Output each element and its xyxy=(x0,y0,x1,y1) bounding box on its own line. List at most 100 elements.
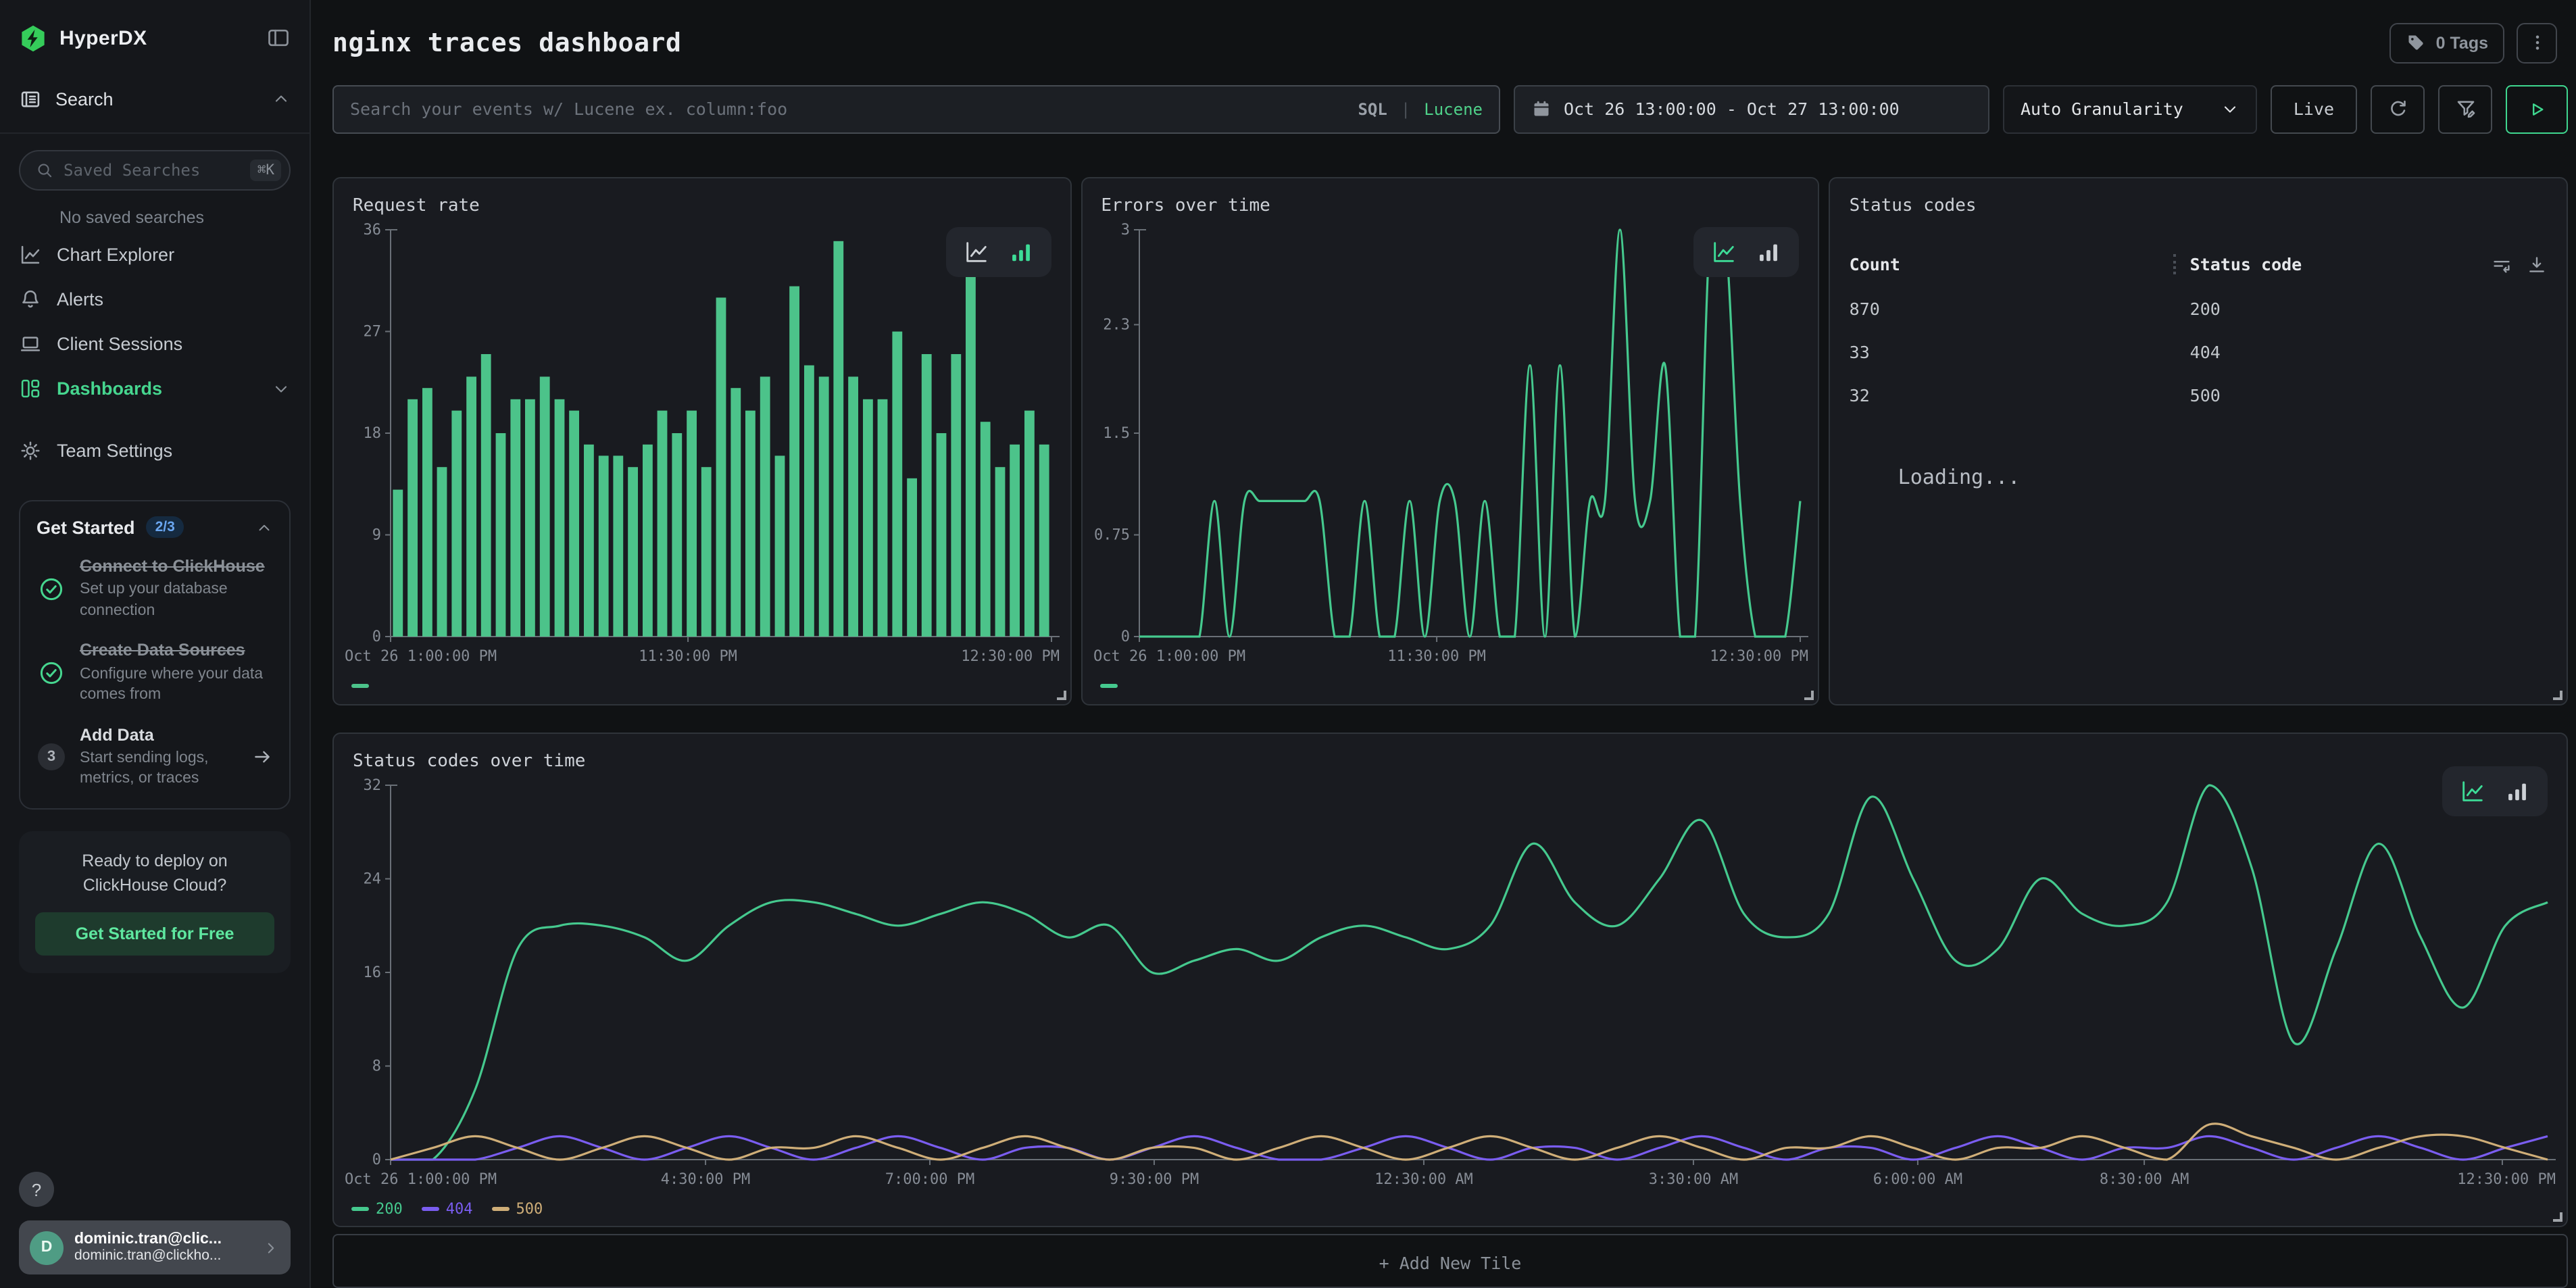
live-button[interactable]: Live xyxy=(2271,85,2357,133)
bar-chart-toggle-icon[interactable] xyxy=(1008,239,1033,264)
table-row[interactable]: 870 200 xyxy=(1850,298,2548,318)
resize-handle[interactable] xyxy=(2553,1213,2562,1222)
sidebar-item-team-settings[interactable]: Team Settings xyxy=(19,428,291,473)
column-header-count[interactable]: Count xyxy=(1850,254,2174,274)
get-started-free-button[interactable]: Get Started for Free xyxy=(35,912,274,956)
chevron-up-icon[interactable] xyxy=(272,89,291,108)
legend-swatch xyxy=(351,1207,369,1210)
svg-text:9: 9 xyxy=(372,526,381,543)
add-new-tile-button[interactable]: + Add New Tile xyxy=(332,1235,2568,1288)
line-chart-toggle-icon[interactable] xyxy=(963,239,989,264)
chevron-down-icon[interactable] xyxy=(272,379,291,398)
table-row[interactable]: 33 404 xyxy=(1850,341,2548,362)
sidebar-item-chart-explorer[interactable]: Chart Explorer xyxy=(19,232,291,277)
request-rate-chart[interactable]: 09182736Oct 26 1:00:00 PM11:30:00 PM12:3… xyxy=(342,218,1062,668)
check-circle-icon xyxy=(36,555,66,622)
column-header-status-code[interactable]: Status code xyxy=(2190,254,2302,274)
step-title: Create Data Sources xyxy=(80,640,273,662)
sql-toggle[interactable]: SQL xyxy=(1358,100,1387,119)
step-desc: Set up your database connection xyxy=(80,580,273,622)
brand-name: HyperDX xyxy=(59,26,147,49)
get-started-step-1[interactable]: Connect to ClickHouse Set up your databa… xyxy=(36,555,273,622)
get-started-card: Get Started 2/3 Connect to ClickHouse Se… xyxy=(19,500,291,810)
panel-title: Errors over time xyxy=(1082,178,1818,216)
refresh-button[interactable] xyxy=(2371,85,2425,133)
line-chart-toggle-icon[interactable] xyxy=(1712,239,1737,264)
line-chart-toggle-icon[interactable] xyxy=(2460,778,2485,803)
chevron-right-icon xyxy=(262,1239,280,1256)
get-started-step-3[interactable]: 3 Add Data Start sending logs, metrics, … xyxy=(36,724,273,791)
status-codes-over-time-chart[interactable]: 08162432Oct 26 1:00:00 PM4:30:00 PM7:00:… xyxy=(342,774,2558,1191)
lucene-toggle[interactable]: Lucene xyxy=(1424,100,1483,119)
svg-text:0.75: 0.75 xyxy=(1093,526,1129,543)
step-number-badge: 3 xyxy=(36,724,66,791)
svg-text:32: 32 xyxy=(364,776,382,793)
resize-handle[interactable] xyxy=(1805,690,1814,699)
svg-text:11:30:00 PM: 11:30:00 PM xyxy=(1387,647,1486,664)
chart-legend xyxy=(334,668,1070,703)
avatar: D xyxy=(30,1231,64,1264)
svg-text:18: 18 xyxy=(364,424,382,441)
svg-text:6:00:00 AM: 6:00:00 AM xyxy=(1873,1170,1962,1187)
bar-chart-toggle-icon[interactable] xyxy=(1756,239,1782,264)
legend-item-500[interactable]: 500 xyxy=(492,1200,543,1218)
tags-button[interactable]: 0 Tags xyxy=(2390,22,2504,63)
time-range-value: Oct 26 13:00:00 - Oct 27 13:00:00 xyxy=(1564,99,1900,120)
legend-swatch xyxy=(492,1207,510,1210)
gear-icon xyxy=(19,439,42,462)
panel-status-codes-over-time: Status codes over time 08162432Oct 26 1:… xyxy=(332,732,2568,1228)
resize-handle[interactable] xyxy=(2553,690,2562,699)
loading-text: Loading... xyxy=(1898,464,2548,489)
search-section-icon xyxy=(19,87,42,110)
event-search-box[interactable]: SQL | Lucene xyxy=(332,85,1500,133)
help-button[interactable]: ? xyxy=(19,1172,54,1207)
sidebar-collapse-icon[interactable] xyxy=(266,26,291,50)
nav-label: Dashboards xyxy=(57,378,162,399)
sidebar-item-alerts[interactable]: Alerts xyxy=(19,277,291,322)
get-started-step-2[interactable]: Create Data Sources Configure where your… xyxy=(36,640,273,707)
svg-text:Oct 26 1:00:00 PM: Oct 26 1:00:00 PM xyxy=(1093,647,1245,664)
chevron-up-icon[interactable] xyxy=(255,518,273,536)
run-query-button[interactable] xyxy=(2506,85,2568,133)
legend-item-200[interactable]: 200 xyxy=(351,1200,403,1218)
time-range-picker[interactable]: Oct 26 13:00:00 - Oct 27 13:00:00 xyxy=(1514,85,1989,133)
cloud-text-line2: ClickHouse Cloud? xyxy=(35,873,274,897)
chart-legend: 200 404 500 xyxy=(334,1191,2567,1227)
svg-text:3: 3 xyxy=(1120,221,1129,238)
table-options-icon[interactable] xyxy=(2491,253,2512,275)
filter-edit-icon xyxy=(2454,98,2477,121)
column-resize-handle[interactable] xyxy=(2174,254,2177,274)
resize-handle[interactable] xyxy=(1056,690,1066,699)
user-email: dominic.tran@clickho... xyxy=(74,1247,251,1264)
svg-text:27: 27 xyxy=(364,323,382,340)
sidebar-item-search[interactable]: Search xyxy=(19,76,291,122)
panel-title: Status codes over time xyxy=(334,733,2567,771)
svg-text:1.5: 1.5 xyxy=(1103,424,1130,441)
sidebar: HyperDX Search ⌘K No saved searches xyxy=(0,0,311,1288)
svg-text:0: 0 xyxy=(372,628,381,645)
granularity-value: Auto Granularity xyxy=(2021,99,2183,120)
legend-swatch xyxy=(422,1207,439,1210)
filter-button[interactable] xyxy=(2438,85,2492,133)
svg-text:24: 24 xyxy=(364,870,382,887)
granularity-select[interactable]: Auto Granularity xyxy=(2003,85,2257,133)
download-icon[interactable] xyxy=(2526,253,2548,275)
sidebar-item-dashboards[interactable]: Dashboards xyxy=(19,366,291,411)
svg-text:Oct 26 1:00:00 PM: Oct 26 1:00:00 PM xyxy=(345,647,497,664)
saved-searches-box[interactable]: ⌘K xyxy=(19,150,291,191)
legend-item-404[interactable]: 404 xyxy=(422,1200,473,1218)
dashboard-menu-button[interactable] xyxy=(2517,22,2557,63)
svg-text:36: 36 xyxy=(364,221,382,238)
user-menu[interactable]: D dominic.tran@clic... dominic.tran@clic… xyxy=(19,1220,291,1274)
check-circle-icon xyxy=(36,640,66,707)
svg-text:2.3: 2.3 xyxy=(1103,316,1130,332)
dashboards-icon xyxy=(19,377,42,400)
event-search-input[interactable] xyxy=(350,99,1344,120)
tags-label: 0 Tags xyxy=(2436,33,2488,52)
bar-chart-toggle-icon[interactable] xyxy=(2504,778,2530,803)
sidebar-item-client-sessions[interactable]: Client Sessions xyxy=(19,322,291,366)
errors-chart[interactable]: 00.751.52.33Oct 26 1:00:00 PM11:30:00 PM… xyxy=(1090,218,1810,668)
saved-searches-input[interactable] xyxy=(64,161,241,180)
table-row[interactable]: 32 500 xyxy=(1850,385,2548,405)
sidebar-divider xyxy=(0,132,309,134)
